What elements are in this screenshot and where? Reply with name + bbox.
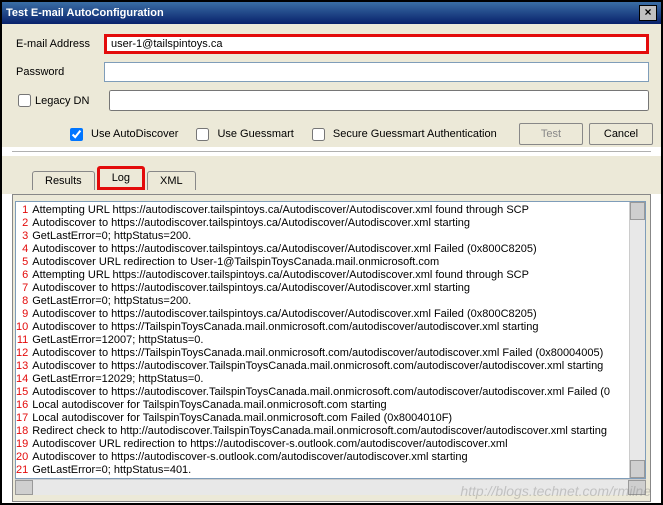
tab-results[interactable]: Results	[32, 171, 95, 190]
log-line: Autodiscover to https://autodiscover.Tai…	[32, 386, 629, 399]
tab-xml[interactable]: XML	[147, 171, 196, 190]
log-line: Autodiscover to https://autodiscover.Tai…	[32, 360, 629, 373]
line-number: 17	[16, 412, 28, 425]
line-number: 21	[16, 464, 28, 477]
log-line: Autodiscover to https://TailspinToysCana…	[32, 347, 629, 360]
line-number: 10	[16, 321, 28, 334]
log-line: Autodiscover to https://autodiscover.tai…	[32, 217, 629, 230]
log-line: Attempting URL https://autodiscover.tail…	[32, 269, 629, 282]
title-bar: Test E-mail AutoConfiguration ×	[2, 2, 661, 24]
line-number: 3	[16, 230, 28, 243]
line-number: 9	[16, 308, 28, 321]
secure-guessmart-label: Secure Guessmart Authentication	[333, 128, 497, 140]
options-row: Use AutoDiscover Use Guessmart Secure Gu…	[2, 117, 661, 147]
use-autodiscover-label: Use AutoDiscover	[91, 128, 178, 140]
window-title: Test E-mail AutoConfiguration	[6, 2, 164, 24]
line-number: 20	[16, 451, 28, 464]
line-number: 12	[16, 347, 28, 360]
tab-log[interactable]: Log	[97, 166, 145, 190]
log-lines: Attempting URL https://autodiscover.tail…	[30, 202, 629, 478]
line-number: 19	[16, 438, 28, 451]
password-input[interactable]	[104, 62, 649, 82]
separator	[12, 151, 651, 152]
log-line: Autodiscover to https://autodiscover.tai…	[32, 308, 629, 321]
line-number: 1	[16, 204, 28, 217]
log-line: Autodiscover URL redirection to https://…	[32, 438, 629, 451]
line-number-gutter: 123456789101112131415161718192021	[16, 202, 30, 478]
log-line: Redirect check to http://autodiscover.Ta…	[32, 425, 629, 438]
log-output: 123456789101112131415161718192021 Attemp…	[15, 201, 646, 479]
tab-strip: Results Log XML	[32, 166, 651, 190]
line-number: 5	[16, 256, 28, 269]
line-number: 4	[16, 243, 28, 256]
log-line: Autodiscover URL redirection to User-1@T…	[32, 256, 629, 269]
use-guessmart-label: Use Guessmart	[217, 128, 293, 140]
log-line: GetLastError=0; httpStatus=401.	[32, 464, 629, 477]
log-line: Autodiscover to https://autodiscover.tai…	[32, 282, 629, 295]
line-number: 16	[16, 399, 28, 412]
log-line: Autodiscover to https://autodiscover.tai…	[32, 243, 629, 256]
log-line: Local autodiscover for TailspinToysCanad…	[32, 399, 629, 412]
log-line: Autodiscover to https://TailspinToysCana…	[32, 321, 629, 334]
line-number: 8	[16, 295, 28, 308]
tabs-area: Results Log XML	[2, 156, 661, 194]
line-number: 7	[16, 282, 28, 295]
line-number: 14	[16, 373, 28, 386]
legacy-dn-input[interactable]	[109, 90, 649, 111]
vertical-scrollbar[interactable]	[629, 202, 645, 478]
watermark: http://blogs.technet.com/rmilne	[460, 483, 651, 499]
test-button[interactable]: Test	[519, 123, 583, 145]
line-number: 13	[16, 360, 28, 373]
line-number: 11	[16, 334, 28, 347]
log-line: Local autodiscover for TailspinToysCanad…	[32, 412, 629, 425]
log-line: Attempting URL https://autodiscover.tail…	[32, 204, 629, 217]
form-area: E-mail Address Password Legacy DN	[2, 24, 661, 117]
line-number: 2	[16, 217, 28, 230]
log-line: GetLastError=12029; httpStatus=0.	[32, 373, 629, 386]
email-label: E-mail Address	[16, 38, 104, 50]
legacy-dn-label: Legacy DN	[35, 95, 109, 107]
legacy-dn-checkbox[interactable]	[18, 94, 31, 107]
close-button[interactable]: ×	[639, 5, 657, 21]
log-line: GetLastError=0; httpStatus=200.	[32, 295, 629, 308]
line-number: 6	[16, 269, 28, 282]
cancel-button[interactable]: Cancel	[589, 123, 653, 145]
log-line: GetLastError=0; httpStatus=200.	[32, 230, 629, 243]
use-autodiscover-checkbox[interactable]	[70, 128, 83, 141]
email-input[interactable]	[104, 34, 649, 54]
password-label: Password	[16, 66, 104, 78]
log-line: GetLastError=12007; httpStatus=0.	[32, 334, 629, 347]
line-number: 15	[16, 386, 28, 399]
log-line: Autodiscover to https://autodiscover-s.o…	[32, 451, 629, 464]
line-number: 18	[16, 425, 28, 438]
use-guessmart-checkbox[interactable]	[196, 128, 209, 141]
log-panel: 123456789101112131415161718192021 Attemp…	[12, 194, 651, 502]
secure-guessmart-checkbox[interactable]	[312, 128, 325, 141]
